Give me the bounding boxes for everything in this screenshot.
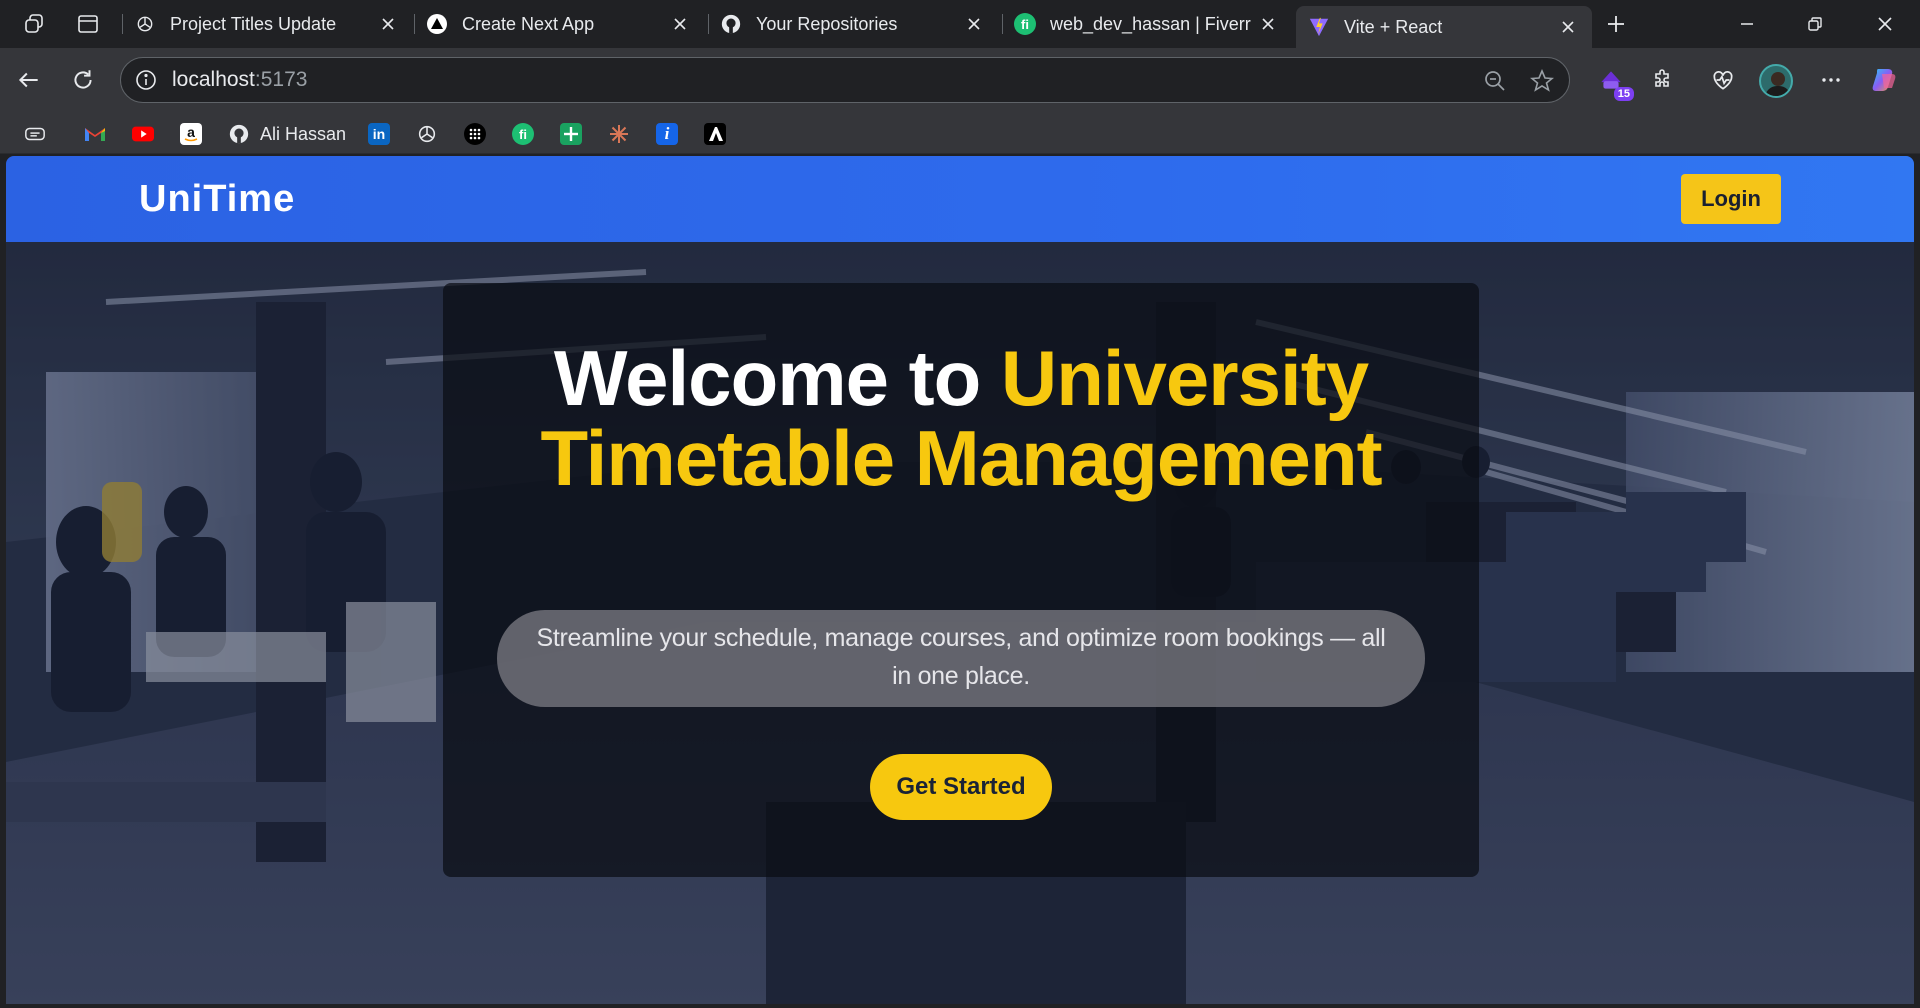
bookmark-ali-hassan[interactable]: Ali Hassan — [228, 121, 346, 147]
bookmark-amazon[interactable]: a — [180, 121, 202, 147]
github-icon — [720, 13, 742, 35]
headline-white-text: Welcome to — [553, 334, 1001, 422]
get-started-button[interactable]: Get Started — [870, 754, 1052, 820]
tab-project-titles-update[interactable]: Project Titles Update — [122, 6, 412, 42]
svg-text:a: a — [187, 124, 195, 140]
tab-title: Vite + React — [1344, 16, 1443, 37]
window-close-icon[interactable] — [1873, 12, 1897, 36]
openai-icon — [134, 13, 156, 35]
tab-title: Project Titles Update — [170, 13, 337, 34]
close-icon[interactable] — [1258, 14, 1278, 34]
tab-separator — [708, 14, 709, 34]
svg-text:fi: fi — [519, 127, 527, 142]
copilot-icon[interactable] — [1870, 65, 1900, 95]
github-icon — [228, 123, 250, 145]
refresh-icon[interactable] — [66, 63, 100, 97]
url-text: localhost:5173 — [172, 68, 307, 92]
tab-title: web_dev_hassan | Fiverr — [1050, 13, 1251, 34]
favorite-star-icon[interactable] — [1529, 68, 1555, 98]
info-i-icon: i — [656, 123, 678, 145]
browser-essentials-icon[interactable] — [1708, 65, 1738, 95]
fiverr-icon: fi — [512, 123, 534, 145]
green-plus-icon — [560, 123, 582, 145]
more-options-icon[interactable] — [1816, 65, 1846, 95]
bookmark-youtube[interactable] — [132, 121, 154, 147]
tab-separator — [1002, 14, 1003, 34]
hero-subtitle: Streamline your schedule, manage courses… — [497, 610, 1425, 707]
tab-actions-icon[interactable] — [74, 10, 102, 38]
fiverr-icon: fi — [1014, 13, 1036, 35]
url-port: :5173 — [254, 68, 308, 91]
tab-vite-react[interactable]: Vite + React — [1296, 6, 1592, 48]
bookmark-claude[interactable] — [608, 121, 630, 147]
gmail-icon — [84, 123, 106, 145]
browser-tab-bar: Project Titles Update Create Next App Yo… — [0, 0, 1920, 48]
address-bar[interactable]: localhost:5173 — [120, 57, 1570, 103]
bookmark-info[interactable]: i — [656, 121, 678, 147]
close-icon[interactable] — [964, 14, 984, 34]
bookmark-linkedin[interactable]: in — [368, 121, 390, 147]
bookmark-chatgpt[interactable] — [416, 121, 438, 147]
bookmark-sheets[interactable] — [560, 121, 582, 147]
svg-text:fi: fi — [1021, 17, 1029, 32]
minimize-icon[interactable] — [1735, 12, 1759, 36]
sidebar-tab-icon — [24, 123, 46, 145]
extension-icon[interactable]: 15 — [1596, 65, 1634, 101]
profile-avatar[interactable] — [1759, 64, 1793, 98]
page-viewport: UniTime Login Welcome to University Time… — [6, 156, 1914, 1004]
a-logo-icon — [704, 123, 726, 145]
dots-logo-icon — [464, 123, 486, 145]
restore-icon[interactable] — [1803, 12, 1827, 36]
tab-create-next-app[interactable]: Create Next App — [414, 6, 704, 42]
tab-fiverr[interactable]: fi web_dev_hassan | Fiverr — [1002, 6, 1292, 42]
hero-headline: Welcome to University Timetable Manageme… — [443, 338, 1479, 498]
bookmark-app[interactable] — [704, 121, 726, 147]
login-button[interactable]: Login — [1681, 174, 1781, 224]
new-tab-button[interactable] — [1600, 10, 1632, 38]
tab-separator — [414, 14, 415, 34]
extensions-puzzle-icon[interactable] — [1648, 65, 1678, 95]
workspaces-icon[interactable] — [20, 10, 48, 38]
zoom-icon[interactable] — [1483, 69, 1507, 98]
extension-badge: 15 — [1613, 87, 1634, 101]
tab-title: Your Repositories — [756, 13, 898, 34]
triangle-icon — [426, 13, 448, 35]
bookmark-perplexity[interactable] — [464, 121, 486, 147]
browser-toolbar: localhost:5173 15 — [0, 48, 1920, 114]
vite-icon — [1308, 16, 1330, 38]
bookmarks-bar: a Ali Hassan in fi i — [0, 114, 1920, 154]
tab-title: Create Next App — [462, 13, 595, 34]
openai-icon — [416, 123, 438, 145]
amazon-icon: a — [180, 123, 202, 145]
avatar-body — [1765, 86, 1791, 96]
url-host: localhost — [172, 68, 255, 91]
bookmark-gmail[interactable] — [84, 121, 106, 147]
close-icon[interactable] — [670, 14, 690, 34]
bookmark-label: Ali Hassan — [260, 123, 347, 144]
bookmark-fiverr[interactable]: fi — [512, 121, 534, 147]
hero-section: Welcome to University Timetable Manageme… — [6, 242, 1914, 1004]
close-icon[interactable] — [1558, 17, 1578, 37]
youtube-icon — [132, 123, 154, 145]
back-arrow-icon[interactable] — [12, 63, 46, 97]
tab-separator — [122, 14, 123, 34]
avatar-head — [1771, 72, 1785, 86]
tab-your-repositories[interactable]: Your Repositories — [708, 6, 998, 42]
claude-icon — [608, 123, 630, 145]
close-icon[interactable] — [378, 14, 398, 34]
site-navbar: UniTime Login — [6, 156, 1914, 242]
site-info-icon[interactable] — [134, 68, 158, 92]
linkedin-icon: in — [368, 123, 390, 145]
brand-logo[interactable]: UniTime — [139, 178, 295, 221]
hero-card: Welcome to University Timetable Manageme… — [443, 283, 1479, 877]
bookmark-tab-icon[interactable] — [24, 121, 46, 147]
